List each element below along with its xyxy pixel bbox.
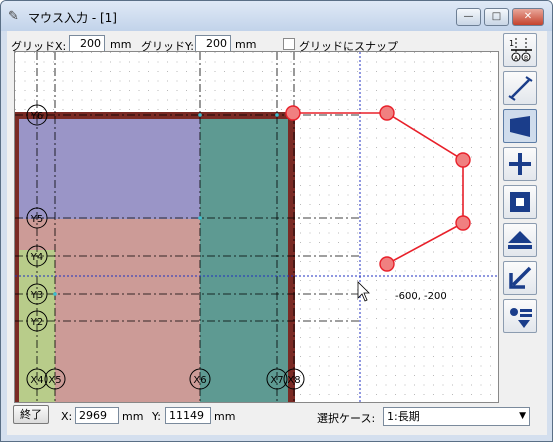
x-unit: mm (122, 410, 144, 423)
axis-label: X7 (270, 375, 283, 386)
minimize-button[interactable]: — (456, 8, 481, 26)
line-tool-button[interactable] (503, 71, 537, 105)
mouse-input-window: ✎ マウス入力 - [1] — □ ✕ グリッドX: 200 mm グリッドY:… (0, 0, 553, 442)
vertex-handle[interactable] (379, 256, 395, 272)
eject-tool-button[interactable] (503, 223, 537, 257)
purple-region (15, 114, 200, 219)
case-select-value: 1:長期 (387, 410, 420, 423)
teal-region (200, 114, 292, 402)
cross-icon (509, 153, 531, 175)
svg-text:B: B (524, 55, 528, 62)
axis-label: Y3 (30, 290, 43, 301)
square-icon (510, 192, 530, 212)
case-select[interactable]: 1:長期 ▼ (383, 407, 530, 426)
polygon-tool-button[interactable] (503, 109, 537, 143)
axis-label: X8 (287, 375, 300, 386)
line-icon (508, 76, 533, 101)
cursor-readout: -600, -200 (395, 291, 447, 302)
close-button[interactable]: ✕ (512, 8, 544, 26)
vertex-handle[interactable] (379, 105, 395, 121)
cross-tool-button[interactable] (503, 147, 537, 181)
axis-ab-tool-button[interactable]: AB 1 (503, 33, 537, 67)
list-down-icon (510, 308, 532, 328)
square-tool-button[interactable] (503, 185, 537, 219)
y-label: Y: (152, 410, 161, 423)
axis-ab-icon: AB 1 (509, 38, 532, 62)
snap-checkbox[interactable] (283, 38, 295, 50)
axis-label: Y2 (30, 317, 43, 328)
window-title: マウス入力 - [1] (28, 11, 117, 25)
axis-label: Y4 (30, 252, 43, 263)
end-button[interactable]: 終了 (13, 405, 49, 424)
axis-label: X4 (30, 375, 43, 386)
y-coordinate-field[interactable]: 11149 (165, 407, 211, 424)
title-bar: ✎ マウス入力 - [1] — □ ✕ (1, 1, 552, 31)
axis-label: X5 (48, 375, 61, 386)
list-tool-button[interactable] (503, 299, 537, 333)
gridx-unit: mm (110, 38, 132, 51)
arrow-tool-button[interactable] (503, 261, 537, 295)
chevron-down-icon: ▼ (519, 411, 526, 421)
gridy-unit: mm (235, 38, 257, 51)
eject-icon (508, 231, 532, 249)
vertex-handle[interactable] (285, 105, 301, 121)
vertex-handle[interactable] (455, 152, 471, 168)
x-coordinate-field[interactable]: 2969 (75, 407, 119, 424)
gridx-input[interactable]: 200 (69, 35, 105, 52)
pen-icon: ✎ (8, 9, 19, 24)
drawing-canvas[interactable]: Y6 Y5 Y4 Y3 Y2 X4 X5 X6 X7 X8 -600, -200 (14, 51, 499, 403)
svg-text:1: 1 (509, 39, 514, 48)
x-label: X: (61, 410, 73, 423)
wall-top (15, 112, 294, 119)
client-area: グリッドX: 200 mm グリッドY: 200 mm グリッドにスナップ Y6… (7, 31, 547, 435)
case-label: 選択ケース: (317, 412, 376, 425)
gridy-input[interactable]: 200 (195, 35, 231, 52)
wall-left (15, 114, 19, 402)
vertex-handle[interactable] (455, 215, 471, 231)
plan-drawing: Y6 Y5 Y4 Y3 Y2 X4 X5 X6 X7 X8 -600, -200 (15, 52, 498, 402)
y-unit: mm (214, 410, 236, 423)
axis-label: Y6 (30, 111, 43, 122)
maximize-button[interactable]: □ (484, 8, 509, 26)
arrow-down-left-icon (509, 266, 532, 289)
axis-label: X6 (193, 375, 206, 386)
polygon-icon (510, 116, 530, 137)
axis-label: Y5 (30, 214, 43, 225)
